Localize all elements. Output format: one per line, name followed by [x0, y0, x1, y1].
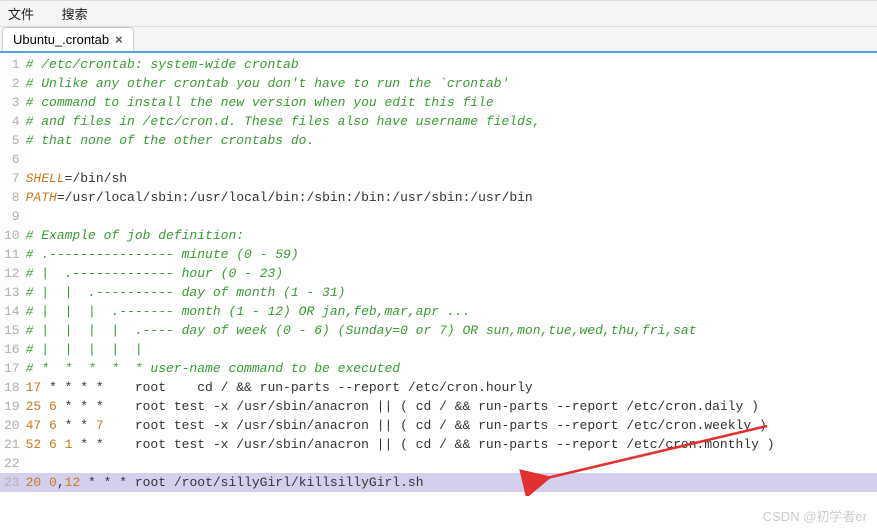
tab-ubuntu-crontab[interactable]: Ubuntu_.crontab ×	[2, 27, 134, 51]
code-line: # | .------------- hour (0 - 23)	[26, 264, 877, 283]
code-line: # Example of job definition:	[26, 226, 877, 245]
code-line: # command to install the new version whe…	[26, 93, 877, 112]
code-line	[26, 150, 877, 169]
code-line: 47 6 * * 7 root test -x /usr/sbin/anacro…	[26, 416, 877, 435]
code-line: # /etc/crontab: system-wide crontab	[26, 55, 877, 74]
code-line: # | | .---------- day of month (1 - 31)	[26, 283, 877, 302]
code-line: 17 * * * * root cd / && run-parts --repo…	[26, 378, 877, 397]
code-line: 20 0,12 * * * root /root/sillyGirl/kills…	[26, 473, 877, 492]
code-line: # | | | | .---- day of week (0 - 6) (Sun…	[26, 321, 877, 340]
code-area[interactable]: # /etc/crontab: system-wide crontab# Unl…	[26, 53, 877, 494]
code-line: # Unlike any other crontab you don't hav…	[26, 74, 877, 93]
code-line: # .---------------- minute (0 - 59)	[26, 245, 877, 264]
code-line: # | | | | |	[26, 340, 877, 359]
watermark: CSDN @初学者er	[763, 506, 867, 525]
code-line: # * * * * * user-name command to be exec…	[26, 359, 877, 378]
editor-area: 1234567891011121314151617181920212223 # …	[0, 53, 877, 494]
code-line	[26, 207, 877, 226]
code-line: # | | | .------- month (1 - 12) OR jan,f…	[26, 302, 877, 321]
code-line: PATH=/usr/local/sbin:/usr/local/bin:/sbi…	[26, 188, 877, 207]
code-line: # that none of the other crontabs do.	[26, 131, 877, 150]
menubar: 文件 搜索	[0, 0, 877, 27]
line-gutter: 1234567891011121314151617181920212223	[0, 53, 26, 494]
menu-file[interactable]: 文件	[8, 7, 34, 22]
tab-bar: Ubuntu_.crontab ×	[0, 27, 877, 53]
close-icon[interactable]: ×	[115, 32, 123, 47]
code-line: # and files in /etc/cron.d. These files …	[26, 112, 877, 131]
code-line: 52 6 1 * * root test -x /usr/sbin/anacro…	[26, 435, 877, 454]
tab-label: Ubuntu_.crontab	[13, 32, 109, 47]
code-line	[26, 454, 877, 473]
code-line: SHELL=/bin/sh	[26, 169, 877, 188]
menu-search[interactable]: 搜索	[62, 7, 88, 22]
code-line: 25 6 * * * root test -x /usr/sbin/anacro…	[26, 397, 877, 416]
